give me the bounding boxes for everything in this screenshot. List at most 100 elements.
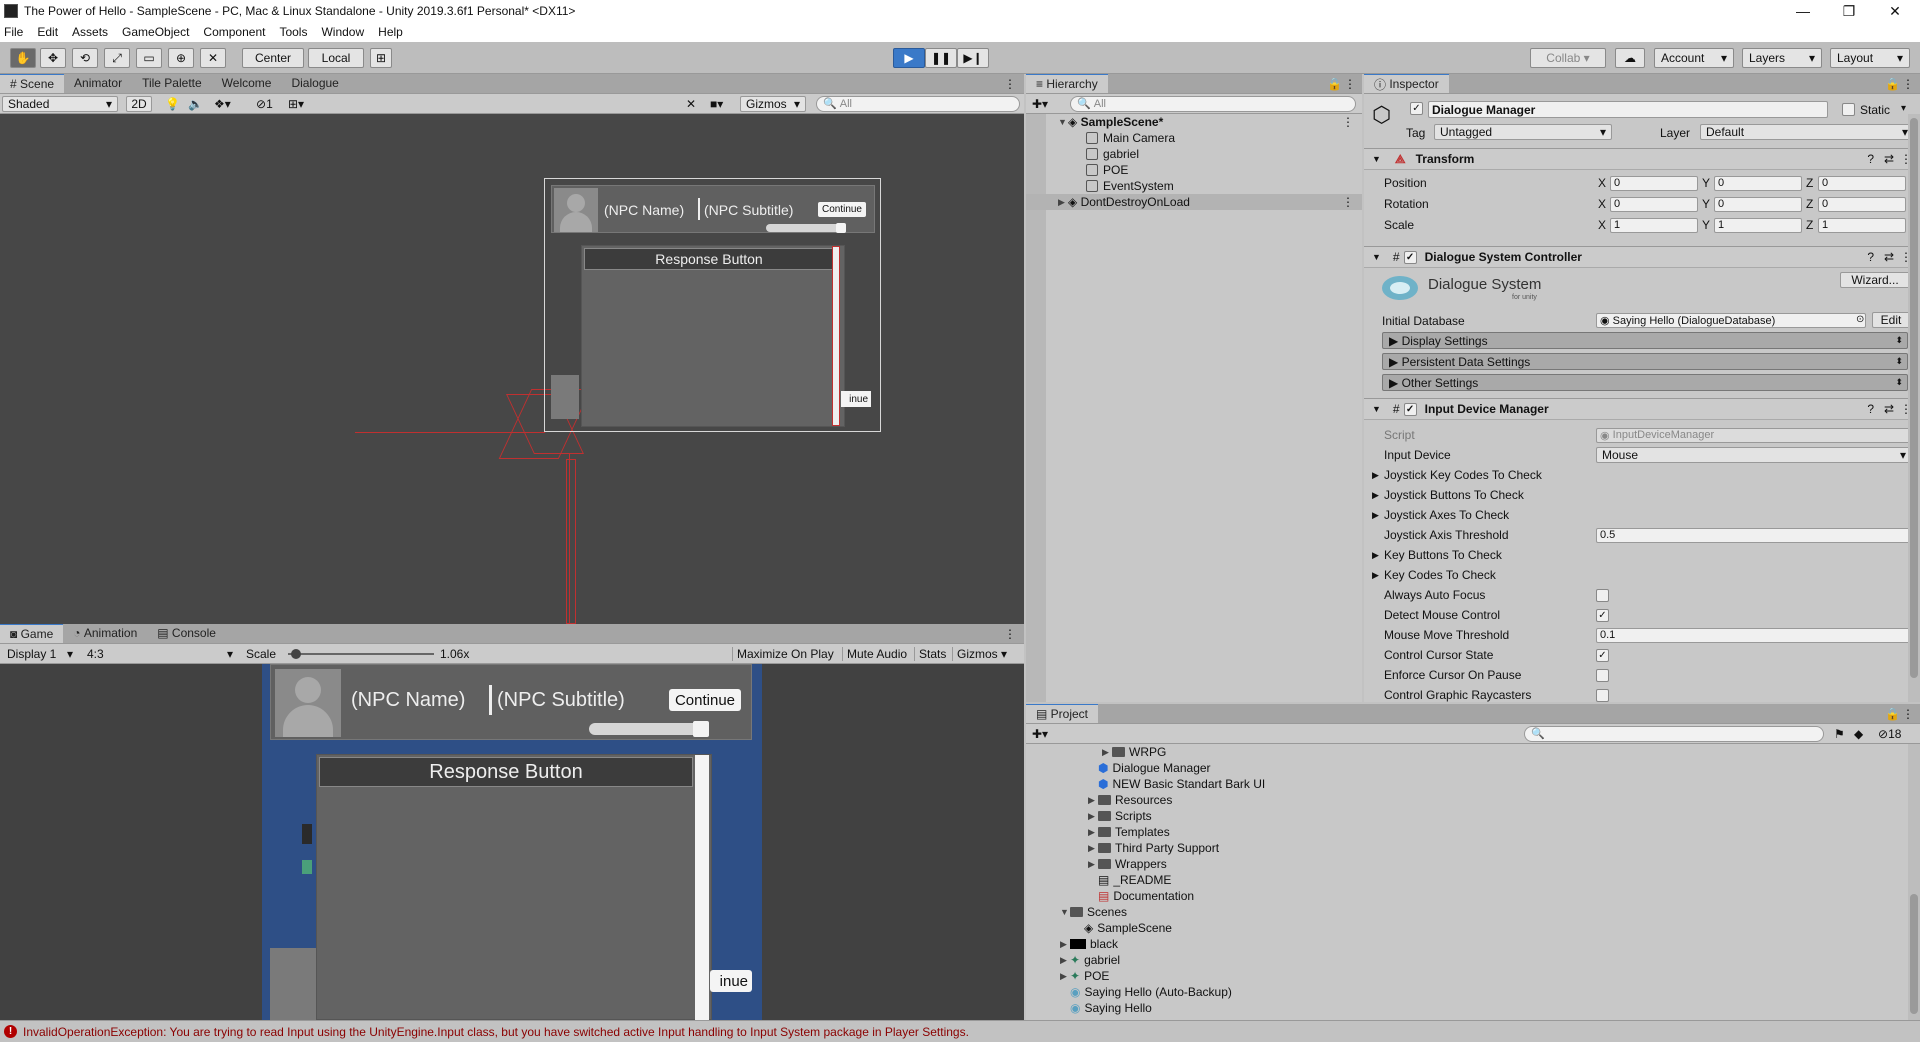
tab-dialogue[interactable]: Dialogue xyxy=(281,74,348,93)
threshold-field[interactable]: 0.5 xyxy=(1596,527,1912,543)
project-item[interactable]: ▶ Resources xyxy=(1088,792,1172,808)
hierarchy-search-input[interactable]: 🔍 All xyxy=(1070,95,1356,112)
game-response-scrollbar[interactable] xyxy=(695,755,709,1020)
scene-viewport[interactable]: (NPC Name) (NPC Subtitle) Continue Respo… xyxy=(0,114,1024,624)
menu-tools[interactable]: Tools xyxy=(279,25,307,39)
lock-icon[interactable]: 🔒 xyxy=(1327,77,1342,91)
transform-x-field[interactable]: 1 xyxy=(1610,217,1698,233)
setting-checkbox[interactable]: ✓ xyxy=(1596,648,1609,662)
menu-assets[interactable]: Assets xyxy=(72,25,108,39)
tab-animation[interactable]: ◔ Animation xyxy=(63,624,147,643)
menu-window[interactable]: Window xyxy=(321,25,364,39)
transform-y-field[interactable]: 0 xyxy=(1714,175,1802,191)
game-continue-button[interactable]: Continue xyxy=(668,689,741,711)
menu-help[interactable]: Help xyxy=(378,25,403,39)
scale-tool-icon[interactable]: ⤢ xyxy=(104,48,130,68)
expand-arrow-icon[interactable]: ▶ xyxy=(1372,570,1379,581)
hierarchy-item-poe[interactable]: POE xyxy=(1026,162,1362,178)
game-slider-handle[interactable] xyxy=(693,721,709,737)
transform-z-field[interactable]: 0 xyxy=(1818,175,1906,191)
project-item[interactable]: ▶ WRPG xyxy=(1102,744,1166,760)
menu-edit[interactable]: Edit xyxy=(37,25,58,39)
layout-dropdown[interactable]: Layout ▾ xyxy=(1830,48,1910,68)
expand-arrow-icon[interactable]: ▶ xyxy=(1088,811,1098,822)
project-item[interactable]: ▶ Wrappers xyxy=(1088,856,1167,872)
rotate-tool-icon[interactable]: ⟲ xyxy=(72,48,98,68)
setting-checkbox[interactable] xyxy=(1596,688,1609,702)
panel-menu-icon[interactable]: ⋮ xyxy=(1902,77,1914,91)
tab-welcome[interactable]: Welcome xyxy=(212,74,282,93)
pivot-center-button[interactable]: Center xyxy=(242,48,304,68)
lock-icon[interactable]: 🔒 xyxy=(1885,77,1900,91)
panel-menu-icon[interactable]: ⋮ xyxy=(1344,77,1356,91)
aspect-dropdown[interactable]: 4:3 ▾ xyxy=(82,646,238,662)
project-search-input[interactable]: 🔍 xyxy=(1524,725,1824,742)
layers-dropdown[interactable]: Layers ▾ xyxy=(1742,48,1822,68)
expand-arrow-icon[interactable]: ▶ xyxy=(1058,197,1068,208)
slider-handle[interactable] xyxy=(836,223,846,233)
project-item[interactable]: ◉ Saying Hello xyxy=(1060,1000,1152,1016)
initial-database-field[interactable]: ◉ Saying Hello (DialogueDatabase) xyxy=(1596,313,1866,328)
scroll-slider[interactable] xyxy=(766,223,846,233)
object-name-field[interactable]: Dialogue Manager xyxy=(1428,101,1828,118)
transform-header[interactable]: ▼ ⟁ Transform ? ⇄ ⋮ xyxy=(1364,148,1920,170)
shading-dropdown[interactable]: Shaded ▾ xyxy=(2,95,118,112)
close-button[interactable]: ✕ xyxy=(1872,0,1918,22)
collab-button[interactable]: Collab ▾ xyxy=(1530,48,1606,68)
tab-hierarchy[interactable]: ≡ Hierarchy xyxy=(1026,74,1108,93)
input-device-dropdown[interactable]: Mouse ▾ xyxy=(1596,447,1912,463)
project-item[interactable]: ▶ Templates xyxy=(1088,824,1170,840)
tab-console[interactable]: ▤ Console xyxy=(147,624,226,643)
tab-game[interactable]: ◙ Game xyxy=(0,624,64,643)
game-scroll-slider[interactable] xyxy=(589,721,709,737)
foldout-label[interactable]: Joystick Buttons To Check xyxy=(1384,488,1524,502)
hierarchy-item-main-camera[interactable]: Main Camera xyxy=(1026,130,1362,146)
transform-x-field[interactable]: 0 xyxy=(1610,175,1698,191)
hidden-objects-icon[interactable]: ⊘1 xyxy=(256,97,273,111)
bark-continue-button[interactable]: inue xyxy=(841,391,871,407)
project-item[interactable]: ⬢ NEW Basic Standart Bark UI xyxy=(1088,776,1265,792)
project-item[interactable]: ▶ Third Party Support xyxy=(1088,840,1219,856)
pivot-local-button[interactable]: Local xyxy=(308,48,364,68)
foldout-label[interactable]: Joystick Key Codes To Check xyxy=(1384,468,1542,482)
restore-button[interactable]: ❐ xyxy=(1826,0,1872,22)
row-menu-icon[interactable]: ⋮ xyxy=(1342,195,1354,209)
wizard-button[interactable]: Wizard... xyxy=(1840,272,1910,288)
edit-database-button[interactable]: Edit xyxy=(1872,312,1910,328)
preset-icon[interactable]: ⇄ xyxy=(1884,250,1894,264)
filter-label-icon[interactable]: ◆ xyxy=(1854,727,1863,741)
setting-checkbox[interactable]: ✓ xyxy=(1596,608,1609,622)
hierarchy-scene-root[interactable]: ▼ ◈ SampleScene* ⋮ xyxy=(1026,114,1362,130)
expand-arrow-icon[interactable]: ▶ xyxy=(1102,747,1112,758)
stats-button[interactable]: Stats xyxy=(914,646,950,661)
expand-arrow-icon[interactable]: ▶ xyxy=(1372,490,1379,501)
help-icon[interactable]: ? xyxy=(1867,152,1874,166)
step-button[interactable]: ▶❙ xyxy=(957,48,989,68)
panel-menu-icon[interactable]: ⋮ xyxy=(1004,627,1016,641)
tab-project[interactable]: ▤ Project xyxy=(1026,704,1099,723)
menu-gameobject[interactable]: GameObject xyxy=(122,25,189,39)
project-item[interactable]: ▶ black xyxy=(1060,936,1118,952)
static-dropdown-icon[interactable]: ▾ xyxy=(1901,103,1906,114)
hierarchy-item-eventsystem[interactable]: EventSystem xyxy=(1026,178,1362,194)
mute-audio-button[interactable]: Mute Audio xyxy=(842,646,911,661)
expand-arrow-icon[interactable]: ▶ xyxy=(1372,470,1379,481)
expand-arrow-icon[interactable]: ▶ xyxy=(1060,955,1070,966)
create-plus-icon[interactable]: ✚▾ xyxy=(1032,97,1048,111)
transform-z-field[interactable]: 1 xyxy=(1818,217,1906,233)
effects-icon[interactable]: ❖▾ xyxy=(214,97,231,111)
transform-x-field[interactable]: 0 xyxy=(1610,196,1698,212)
tools-icon[interactable]: ✕ xyxy=(686,97,696,111)
other-settings-foldout[interactable]: ▶ Other Settings ⬍ xyxy=(1382,374,1908,391)
audio-icon[interactable]: 🔈 xyxy=(188,97,203,111)
idm-header[interactable]: ▼ # ✓ Input Device Manager ? ⇄ ⋮ xyxy=(1364,398,1920,420)
project-item[interactable]: ▶ Scripts xyxy=(1088,808,1152,824)
collapse-arrow-icon[interactable]: ▼ xyxy=(1372,154,1381,164)
custom-tool-icon[interactable]: ✕ xyxy=(200,48,226,68)
expand-arrow-icon[interactable]: ▼ xyxy=(1060,907,1070,917)
active-checkbox[interactable]: ✓ xyxy=(1410,102,1423,115)
expand-arrow-icon[interactable]: ▶ xyxy=(1372,510,1379,521)
help-icon[interactable]: ? xyxy=(1867,250,1874,264)
tab-tile-palette[interactable]: Tile Palette xyxy=(132,74,212,93)
game-response-button[interactable]: Response Button xyxy=(319,757,693,787)
